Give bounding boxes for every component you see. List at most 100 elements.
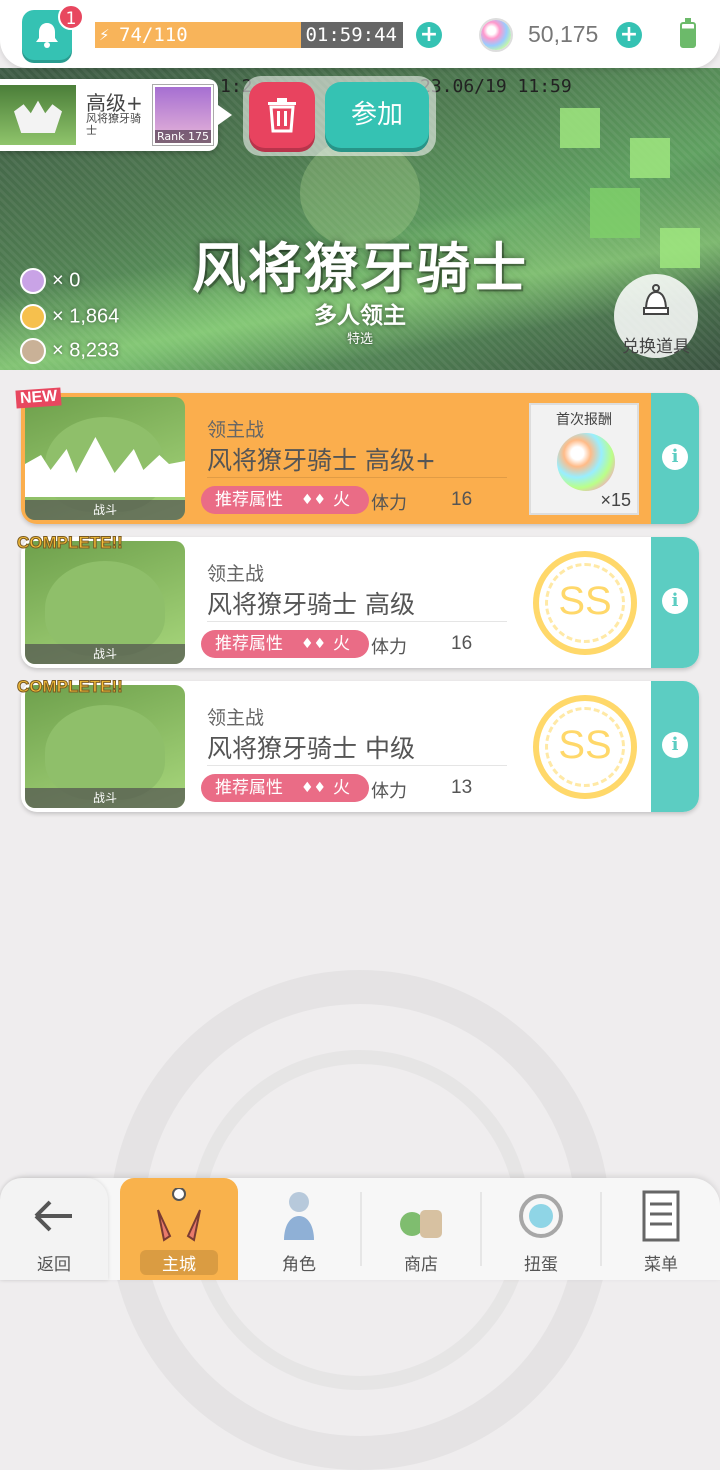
quest-name: 风将獠牙骑士 中级 [207, 734, 415, 763]
quest-card[interactable]: 战斗 领主战 风将獠牙骑士 高级 推荐属性 ♦♦ 火 体力 16 SS i [21, 537, 699, 668]
thumbnail-label: 战斗 [25, 500, 185, 520]
clear-rank-badge: SS [533, 551, 637, 655]
boss-thumbnail [0, 85, 76, 145]
lightning-icon: ⚡ [99, 26, 110, 44]
info-icon[interactable]: i [662, 588, 688, 614]
currency-amount: × 0 [52, 269, 81, 292]
divider [207, 765, 507, 766]
quest-category: 领主战 [207, 707, 265, 729]
attribute-label: 推荐属性 [215, 490, 283, 510]
nav-menu[interactable]: 菜单 [602, 1178, 720, 1280]
gacha-orb-icon [519, 1194, 563, 1238]
first-clear-reward: 首次报酬 ×15 [529, 403, 639, 515]
bell-icon [36, 23, 58, 48]
reward-count: ×15 [600, 490, 631, 510]
element-name: 火 [333, 634, 350, 654]
currency-amount: × 1,864 [52, 305, 120, 328]
host-rank: Rank 175 [155, 130, 211, 143]
nav-shop-label: 商店 [404, 1255, 438, 1275]
currency-row-2: × 1,864 [20, 304, 119, 330]
trash-icon [268, 98, 296, 133]
quest-category: 领主战 [207, 563, 265, 585]
purple-medal-icon [20, 268, 46, 294]
stamina-label: 体力 [371, 637, 407, 658]
quest-thumbnail: 战斗 [25, 541, 185, 664]
menu-list-icon [642, 1190, 680, 1242]
nav-home[interactable]: 主城 [120, 1178, 238, 1280]
element-icon: ♦♦ [301, 492, 327, 508]
new-tag: NEW [15, 387, 62, 409]
clear-rank-badge: SS [533, 695, 637, 799]
thumbnail-label: 战斗 [25, 788, 185, 808]
element-name: 火 [333, 490, 350, 510]
boss-sprite [45, 561, 165, 656]
delete-button[interactable] [249, 82, 315, 148]
element-icon: ♦♦ [301, 780, 327, 796]
info-icon[interactable]: i [662, 732, 688, 758]
quest-name: 风将獠牙骑士 高级 [207, 590, 415, 619]
stamina-cost: 16 [451, 633, 473, 654]
add-stamina-button[interactable]: + [416, 22, 442, 48]
quest-thumbnail: 战斗 [25, 685, 185, 808]
quest-card[interactable]: 战斗 领主战 风将獠牙骑士 高级+ 推荐属性 ♦♦ 火 体力 16 首次报酬 ×… [21, 393, 699, 524]
popup-arrow [218, 105, 232, 125]
gem-icon [557, 433, 615, 491]
top-bar: 1 ⚡ 74/110 01:59:44 + 50,175 + [0, 0, 720, 68]
nav-back-label: 返回 [37, 1255, 71, 1275]
nav-characters[interactable]: 角色 [240, 1178, 358, 1280]
info-strip[interactable]: i [651, 537, 699, 668]
nav-back[interactable]: 返回 [0, 1178, 118, 1280]
exchange-label: 兑换道具 [622, 337, 690, 357]
castle-icon [157, 1188, 201, 1242]
join-button[interactable]: 参加 [325, 82, 429, 148]
info-strip[interactable]: i [651, 393, 699, 524]
element-icon: ♦♦ [301, 636, 327, 652]
popup-quest-name: 风将獠牙骑士 [86, 112, 141, 137]
quest-card[interactable]: 战斗 领主战 风将獠牙骑士 中级 推荐属性 ♦♦ 火 体力 13 SS i [21, 681, 699, 812]
nav-home-label: 主城 [140, 1250, 218, 1275]
thumbnail-label: 战斗 [25, 644, 185, 664]
reward-header: 首次报酬 [556, 412, 612, 428]
host-avatar: Rank 175 [153, 85, 213, 145]
stamina-bar: ⚡ 74/110 01:59:44 [95, 22, 403, 48]
bronze-medal-icon [20, 338, 46, 364]
stamina-cost: 13 [451, 777, 473, 798]
quest-name: 风将獠牙骑士 高级+ [207, 446, 436, 475]
popup-actions: 参加 [243, 76, 436, 156]
quest-category: 领主战 [207, 419, 265, 441]
nav-characters-label: 角色 [282, 1255, 316, 1275]
element-name: 火 [333, 778, 350, 798]
exchange-items-button[interactable]: 兑换道具 [614, 274, 698, 358]
boss-sprite [45, 705, 165, 800]
stamina-label: 体力 [371, 493, 407, 514]
nav-gacha-label: 扭蛋 [524, 1255, 558, 1275]
shop-bags-icon [400, 1210, 442, 1238]
info-strip[interactable]: i [651, 681, 699, 812]
bell-ornament-icon [643, 284, 669, 315]
stamina-cost: 16 [451, 489, 473, 510]
boss-title: 风将獠牙骑士 [192, 237, 528, 300]
quest-thumbnail: 战斗 [25, 397, 185, 520]
complete-tag: COMPLETE!! [17, 677, 124, 697]
nav-shop[interactable]: 商店 [362, 1178, 480, 1280]
character-icon [284, 1192, 314, 1240]
back-arrow-icon [34, 1200, 72, 1232]
stamina-value: 74/110 [119, 24, 188, 46]
add-gems-button[interactable]: + [616, 22, 642, 48]
divider [207, 477, 507, 478]
event-end: 23.06/19 11:59 [420, 76, 572, 97]
gold-medal-icon [20, 304, 46, 330]
info-icon[interactable]: i [662, 444, 688, 470]
recommended-attribute: 推荐属性 ♦♦ 火 [201, 486, 369, 514]
nav-gacha[interactable]: 扭蛋 [482, 1178, 600, 1280]
notification-badge: 1 [58, 4, 84, 30]
nav-menu-label: 菜单 [644, 1255, 678, 1275]
selected-quest-popup: 高级+ 风将獠牙骑士 Rank 175 [0, 79, 232, 151]
battery-icon [680, 18, 696, 48]
recommended-attribute: 推荐属性 ♦♦ 火 [201, 630, 369, 658]
complete-tag: COMPLETE!! [17, 533, 124, 553]
attribute-label: 推荐属性 [215, 634, 283, 654]
divider [207, 621, 507, 622]
gem-icon [481, 20, 511, 50]
recommended-attribute: 推荐属性 ♦♦ 火 [201, 774, 369, 802]
